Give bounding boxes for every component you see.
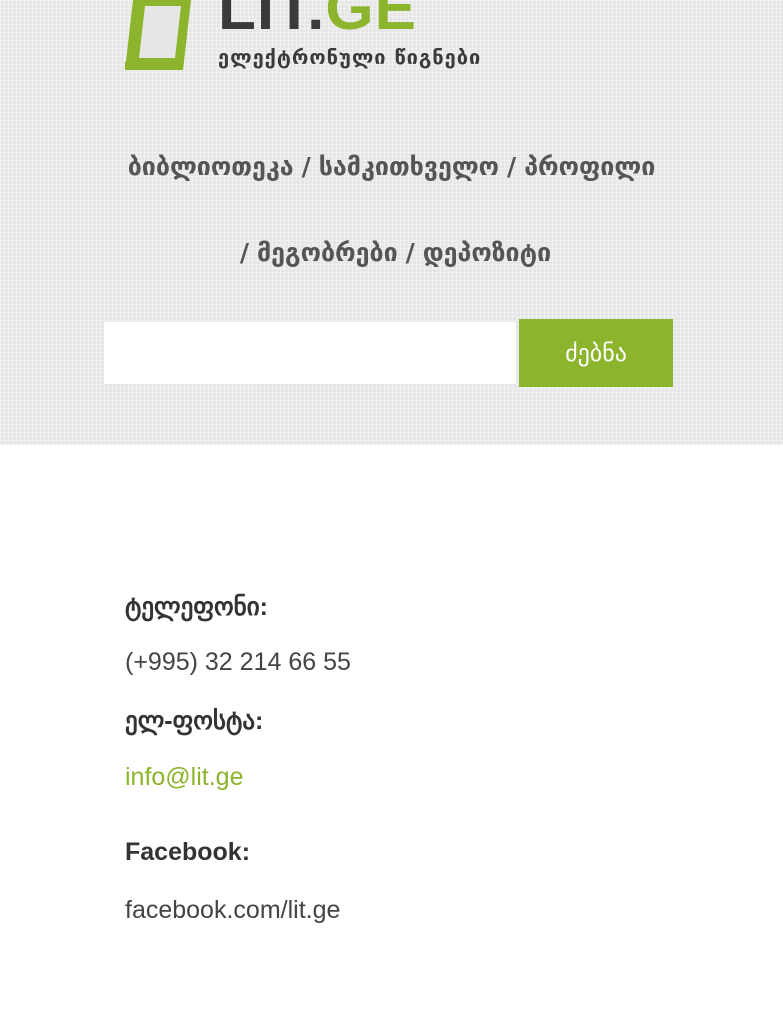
nav-separator: / (239, 238, 249, 267)
site-header: LIT.GE ელექტრონული წიგნები ბიბლიოთეკა / სა… (0, 0, 783, 445)
nav-item-friends[interactable]: მეგობრები (257, 238, 398, 267)
nav-item-profile[interactable]: პროფილი (524, 152, 655, 181)
logo-dot: . (307, 0, 326, 43)
nav-item-deposit[interactable]: დეპოზიტი (423, 238, 551, 267)
book-logo-icon (125, 0, 191, 70)
logo-subtitle: ელექტრონული წიგნები (218, 45, 482, 69)
logo-wordmark: LIT.GE (218, 0, 417, 40)
search-input[interactable] (103, 321, 517, 385)
phone-label: ტელეფონი: (125, 593, 268, 621)
facebook-label: Facebook: (125, 838, 251, 866)
phone-value: (+995) 32 214 66 55 (125, 648, 351, 676)
nav-separator: / (507, 152, 517, 181)
nav-item-library[interactable]: ბიბლიოთეკა (128, 152, 294, 181)
site-logo[interactable]: LIT.GE ელექტრონული წიგნები (125, 0, 480, 75)
nav-item-reading-room[interactable]: სამკითხველო (319, 152, 499, 181)
main-nav-row-2: / მეგობრები / დეპოზიტი (0, 238, 783, 267)
email-link[interactable]: info@lit.ge (125, 763, 244, 792)
logo-ge: GE (325, 0, 417, 43)
nav-separator: / (301, 152, 311, 181)
logo-lit: LIT (218, 0, 308, 43)
facebook-link[interactable]: facebook.com/lit.ge (125, 896, 340, 925)
nav-separator: / (405, 238, 415, 267)
email-label: ელ-ფოსტა: (125, 707, 264, 735)
search-button[interactable]: ძებნა (519, 319, 673, 387)
main-nav-row-1: ბიბლიოთეკა / სამკითხველო / პროფილი (0, 152, 783, 181)
